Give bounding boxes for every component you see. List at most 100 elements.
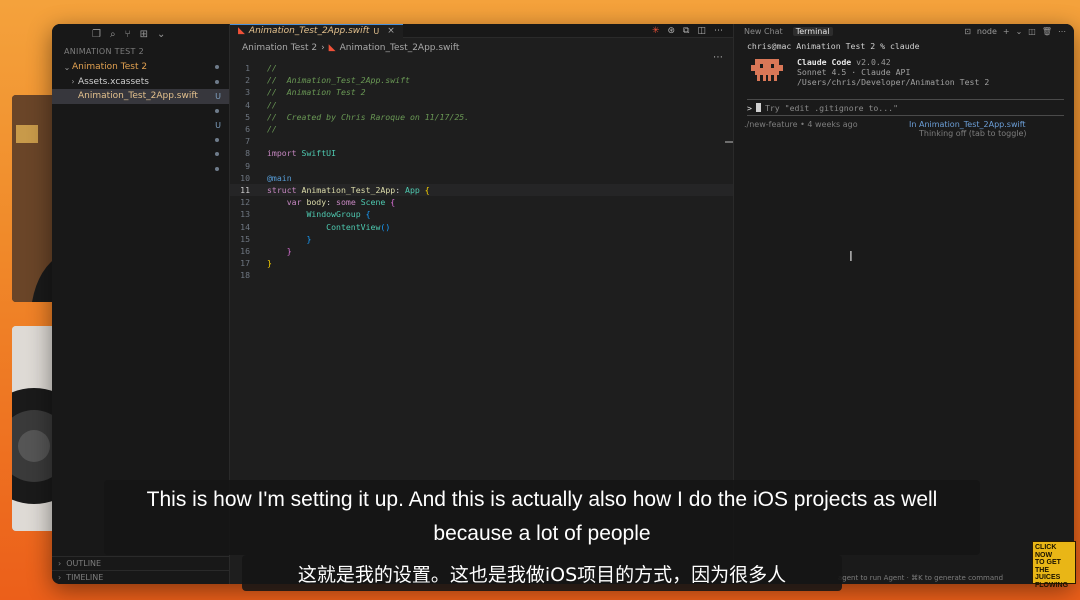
code-line-text: // bbox=[267, 124, 277, 135]
tab-terminal[interactable]: Terminal bbox=[792, 26, 833, 36]
code-line-text: // Animation Test 2 bbox=[267, 87, 366, 98]
code-line[interactable]: 15 } bbox=[230, 233, 733, 245]
subtitle-line-1: This is how I'm setting it up. And this … bbox=[146, 488, 938, 511]
more-icon[interactable]: ⋯ bbox=[1058, 27, 1066, 36]
code-line-text: import SwiftUI bbox=[267, 148, 337, 159]
modified-dot-icon bbox=[215, 166, 219, 171]
code-line-text: } bbox=[286, 245, 292, 256]
chevron-down-icon[interactable]: ⌄ bbox=[1016, 27, 1023, 36]
sidebar-item-folder[interactable]: ⌄ Animation Test 2 bbox=[52, 60, 229, 75]
code-line[interactable]: 11 struct Animation_Test_2App: App { bbox=[230, 183, 733, 197]
trash-icon[interactable]: 🗑 bbox=[1042, 27, 1052, 36]
code-line[interactable]: 3 // Animation Test 2 bbox=[230, 86, 733, 98]
line-number: 10 bbox=[240, 172, 250, 183]
input-placeholder: Try "edit .gitignore to..." bbox=[764, 102, 899, 113]
line-number: 8 bbox=[245, 148, 250, 159]
line-number: 2 bbox=[245, 75, 250, 86]
split-editor-icon[interactable]: ◫ bbox=[697, 26, 706, 36]
code-line-text: struct Animation_Test_2App: App { bbox=[267, 184, 430, 195]
swift-file-icon: ◣ bbox=[238, 26, 245, 36]
chevron-down-icon[interactable]: ⌄ bbox=[157, 29, 165, 40]
code-area[interactable]: 1 // 2 // Animation_Test_2App.swift 3 // Anim… bbox=[230, 58, 733, 281]
outline-section[interactable]: › OUTLINE bbox=[52, 556, 230, 570]
code-line[interactable]: 7 bbox=[230, 135, 733, 147]
tab-new-chat[interactable]: New Chat bbox=[744, 27, 783, 36]
code-line-text: ContentView() bbox=[326, 221, 391, 232]
sidebar-item-hidden[interactable] bbox=[52, 162, 229, 177]
chatgpt-icon[interactable]: ⊛ bbox=[668, 26, 676, 36]
subtitle-zh-line: 这就是我的设置。这也是我做iOS项目的方式，因为很多人 bbox=[297, 563, 787, 586]
source-control-icon[interactable]: ⑂ bbox=[125, 29, 131, 40]
logo-line: JUICES bbox=[1035, 574, 1061, 582]
claude-version: v2.0.42 bbox=[856, 57, 891, 67]
untracked-badge: U bbox=[373, 26, 380, 36]
sidebar-item-label: Assets.xcassets bbox=[78, 76, 149, 87]
code-line[interactable]: 10 @main bbox=[230, 172, 733, 184]
line-number: 12 bbox=[240, 197, 250, 208]
copy-icon[interactable]: ⧉ bbox=[683, 26, 689, 36]
claude-path: /Users/chris/Developer/Animation Test 2 bbox=[797, 77, 990, 87]
code-line[interactable]: 13 WindowGroup { bbox=[230, 208, 733, 220]
chevron-down-icon: ⌄ bbox=[63, 62, 71, 72]
shell-label[interactable]: node bbox=[977, 27, 997, 36]
code-line[interactable]: 16 } bbox=[230, 245, 733, 257]
breadcrumb-item[interactable]: Animation Test 2 bbox=[242, 43, 317, 53]
sidebar-toolbar: ❐ ⌕ ⑂ ⊞ ⌄ bbox=[52, 26, 229, 42]
claude-prompt-input[interactable]: > Try "edit .gitignore to..." bbox=[747, 99, 1064, 116]
logo-line: TO GET bbox=[1035, 559, 1061, 567]
sidebar-item-hidden[interactable] bbox=[52, 133, 229, 148]
terminal-output[interactable]: chris@mac Animation Test 2 % claude Clau… bbox=[734, 38, 1074, 116]
code-line-text: // bbox=[267, 99, 277, 110]
sidebar-item-hidden[interactable] bbox=[52, 147, 229, 162]
close-icon[interactable]: × bbox=[387, 26, 395, 36]
files-icon[interactable]: ❐ bbox=[92, 29, 101, 40]
sidebar-item-hidden[interactable]: U bbox=[52, 118, 229, 133]
extensions-icon[interactable]: ⊞ bbox=[140, 29, 148, 40]
code-line-text: } bbox=[267, 258, 272, 269]
line-number: 6 bbox=[245, 124, 250, 135]
line-number: 4 bbox=[245, 99, 250, 110]
line-number: 9 bbox=[245, 160, 250, 171]
sidebar-bottom-sections: › OUTLINE › TIMELINE bbox=[52, 556, 230, 584]
code-line[interactable]: 18 bbox=[230, 269, 733, 281]
explorer-section-title[interactable]: ANIMATION TEST 2 bbox=[52, 42, 229, 60]
chevron-right-icon: › bbox=[71, 77, 75, 87]
prompt-chevron-icon: > bbox=[747, 102, 752, 113]
split-terminal-icon[interactable]: ◫ bbox=[1028, 27, 1036, 36]
code-line[interactable]: 6 // bbox=[230, 123, 733, 135]
code-line-text: } bbox=[306, 233, 312, 244]
code-line[interactable]: 14 ContentView() bbox=[230, 220, 733, 232]
sidebar-item-label: Animation Test 2 bbox=[72, 62, 148, 73]
add-terminal-icon[interactable]: + bbox=[1003, 27, 1010, 36]
chinese-subtitle: 这就是我的设置。这也是我做iOS项目的方式，因为很多人 bbox=[242, 555, 842, 591]
code-line[interactable]: 4 // bbox=[230, 99, 733, 111]
editor-tab-bar: ◣ Animation_Test_2App.swift U × ✳ ⊛ ⧉ ◫ … bbox=[230, 24, 733, 38]
code-line[interactable]: 12 var body: some Scene { bbox=[230, 196, 733, 208]
code-line[interactable]: 8 import SwiftUI bbox=[230, 147, 733, 159]
timeline-section[interactable]: › TIMELINE bbox=[52, 570, 230, 584]
code-line[interactable]: 1 // bbox=[230, 62, 733, 74]
code-line[interactable]: 5 // Created by Chris Raroque on 11/17/25… bbox=[230, 111, 733, 123]
search-icon[interactable]: ⌕ bbox=[110, 29, 116, 40]
line-number: 18 bbox=[240, 270, 250, 281]
claude-name: Claude Code bbox=[797, 57, 852, 67]
line-number: 5 bbox=[245, 111, 250, 122]
claude-sparkle-icon[interactable]: ✳ bbox=[652, 26, 660, 36]
context-file[interactable]: In Animation_Test_2App.swift bbox=[909, 120, 1027, 129]
code-line[interactable]: 2 // Animation_Test_2App.swift bbox=[230, 74, 733, 86]
line-number: 17 bbox=[240, 258, 250, 269]
more-icon[interactable]: ⋯ bbox=[714, 26, 723, 36]
sidebar-item-hidden[interactable] bbox=[52, 104, 229, 119]
sidebar-item-assets[interactable]: › Assets.xcassets bbox=[52, 75, 229, 90]
breadcrumb-item[interactable]: Animation_Test_2App.swift bbox=[340, 43, 460, 53]
tab-animation-app-swift[interactable]: ◣ Animation_Test_2App.swift U × bbox=[230, 24, 403, 38]
editor-actions: ✳ ⊛ ⧉ ◫ ⋯ bbox=[652, 26, 733, 36]
claude-welcome: Claude Code v2.0.42 Sonnet 4.5 · Claude … bbox=[747, 57, 1074, 87]
code-line[interactable]: 17} bbox=[230, 257, 733, 269]
line-number: 14 bbox=[240, 221, 250, 232]
line-number: 1 bbox=[245, 63, 250, 74]
context-status: In Animation_Test_2App.swift Thinking of… bbox=[909, 120, 1027, 138]
sidebar-item-app-swift[interactable]: Animation_Test_2App.swift U bbox=[52, 89, 229, 104]
chevron-right-icon: › bbox=[58, 573, 62, 582]
code-line[interactable]: 9 bbox=[230, 160, 733, 172]
